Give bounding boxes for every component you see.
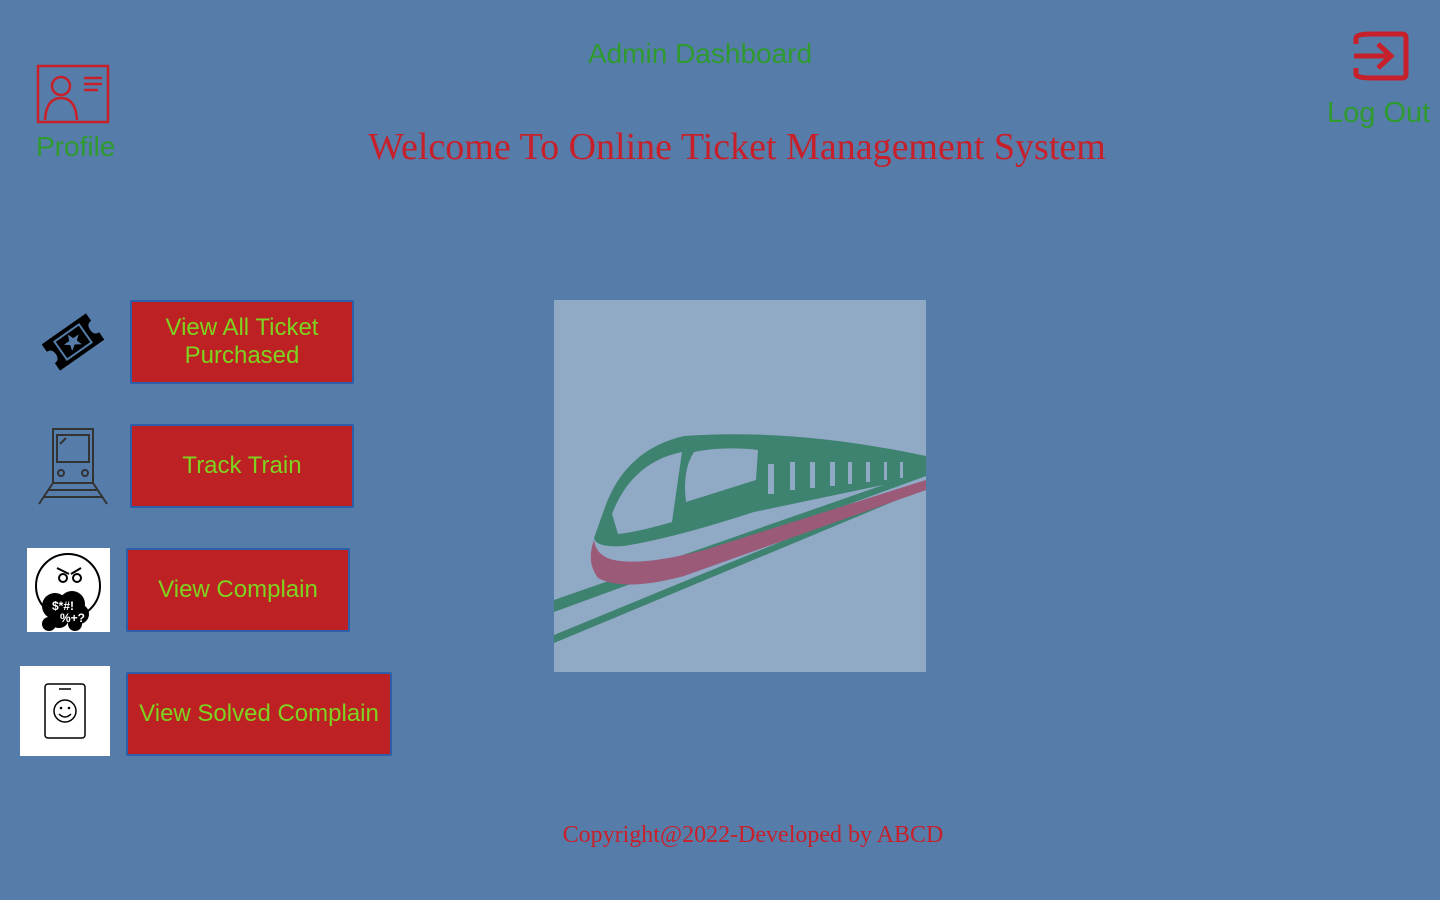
angry-face-icon: $*#! %+?	[27, 548, 110, 632]
svg-text:%+?: %+?	[60, 611, 85, 625]
ticket-icon	[36, 304, 110, 380]
logout-icon[interactable]	[1348, 26, 1412, 86]
train-illustration	[554, 300, 926, 672]
track-train-button[interactable]: Track Train	[130, 424, 354, 508]
welcome-title: Welcome To Online Ticket Management Syst…	[368, 126, 1106, 168]
train-track-icon	[36, 426, 110, 506]
profile-link[interactable]: Profile	[36, 131, 115, 163]
footer-copyright: Copyright@2022-Developed by ABCD	[562, 822, 944, 848]
logout-link[interactable]: Log Out	[1327, 97, 1430, 130]
page-heading: Admin Dashboard	[587, 38, 813, 69]
view-all-tickets-button[interactable]: View All Ticket Purchased	[130, 300, 354, 384]
smiley-clipboard-icon	[20, 666, 110, 756]
profile-icon[interactable]	[36, 64, 110, 124]
view-complain-button[interactable]: View Complain	[126, 548, 350, 632]
view-solved-complain-button[interactable]: View Solved Complain	[126, 672, 392, 756]
